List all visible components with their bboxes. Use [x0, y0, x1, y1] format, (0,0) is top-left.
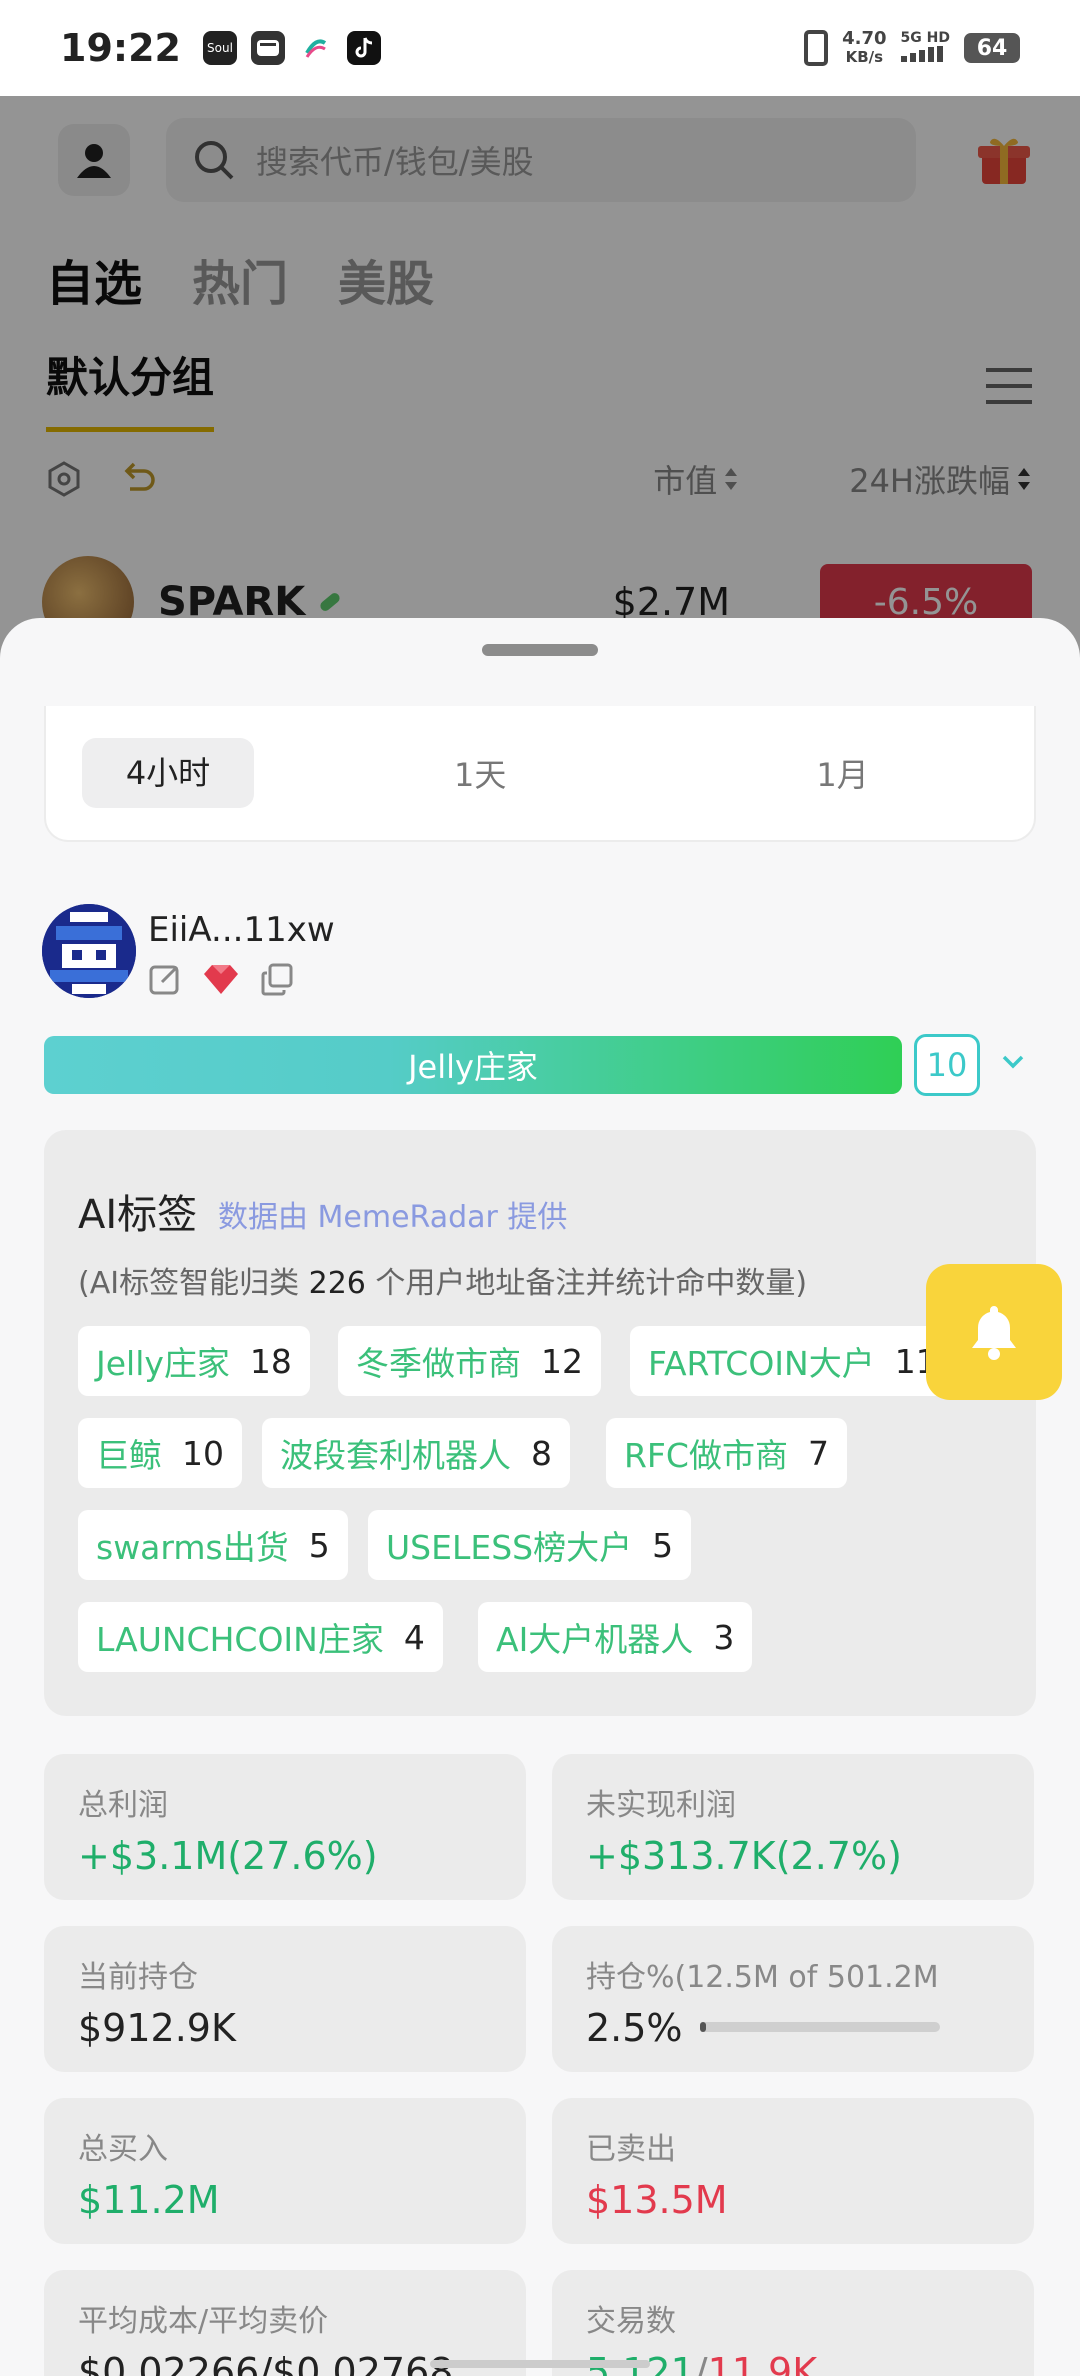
ai-tag-chip[interactable]: 冬季做市商 12: [338, 1326, 601, 1396]
stat-total-sold: 已卖出 $13.5M: [552, 2098, 1034, 2244]
copy-icon[interactable]: [260, 962, 294, 996]
wallet-actions: [148, 962, 335, 996]
stat-value: $11.2M: [78, 2178, 220, 2222]
edit-icon[interactable]: [148, 962, 182, 996]
tx-sell-count: 11.9K: [707, 2350, 818, 2376]
top-tag-bar: Jelly庄家: [44, 1036, 902, 1094]
ai-tag-chip[interactable]: swarms出货 5: [78, 1510, 348, 1580]
status-time: 19:22: [60, 26, 181, 70]
ai-tag-chip[interactable]: AI大户机器人 3: [478, 1602, 753, 1672]
sheet-drag-handle[interactable]: [482, 644, 598, 656]
stat-value: $912.9K: [78, 2006, 236, 2050]
ai-tag-chip[interactable]: FARTCOIN大户 11: [630, 1326, 955, 1396]
wallet-detail-sheet: 4小时 1天 1月 EiiA...11xw Jelly庄家 10 AI标签 数据…: [0, 618, 1080, 2376]
period-1d[interactable]: 1天: [454, 750, 506, 796]
stat-holding-percent: 持仓%(12.5M of 501.2M 2.5%: [552, 1926, 1034, 2072]
network-speed: 4.70 KB/s: [842, 28, 887, 67]
klook-icon: [298, 31, 333, 65]
ai-tag-chip[interactable]: 波段套利机器人 8: [262, 1418, 570, 1488]
home-indicator[interactable]: [430, 2360, 650, 2368]
wallet-avatar: [42, 904, 136, 998]
stat-label: 平均成本/平均卖价: [78, 2304, 329, 2339]
stat-label: 当前持仓: [78, 1960, 198, 1995]
ai-tag-chip[interactable]: LAUNCHCOIN庄家 4: [78, 1602, 443, 1672]
period-1m[interactable]: 1月: [816, 750, 868, 796]
stat-label: 总利润: [78, 1788, 168, 1823]
bell-icon: [972, 1306, 1016, 1360]
alert-button[interactable]: [926, 1264, 1062, 1400]
stat-unrealized-profit: 未实现利润 +$313.7K(2.7%): [552, 1754, 1034, 1900]
message-icon: [250, 31, 285, 65]
wallet-user-row: EiiA...11xw: [42, 904, 335, 998]
stat-label: 未实现利润: [586, 1788, 736, 1823]
period-4h[interactable]: 4小时: [82, 738, 254, 808]
stat-value: +$3.1M(27.6%): [78, 1834, 378, 1878]
period-selector: 4小时 1天 1月: [44, 706, 1036, 842]
stat-total-profit: 总利润 +$3.1M(27.6%): [44, 1754, 526, 1900]
ai-tag-chip[interactable]: Jelly庄家 18: [78, 1326, 310, 1396]
soul-icon: Soul: [202, 31, 237, 65]
wallet-info: EiiA...11xw: [148, 904, 335, 996]
ai-tag-chip[interactable]: USELESS榜大户 5: [368, 1510, 692, 1580]
chevron-down-icon[interactable]: [1000, 1048, 1026, 1074]
holding-progress-fill: [700, 2022, 706, 2032]
ai-tags-card: AI标签 数据由 MemeRadar 提供 (AI标签智能归类 226 个用户地…: [44, 1130, 1036, 1716]
stat-label: 持仓%(12.5M of 501.2M: [586, 1960, 939, 1995]
status-bar: 19:22 Soul 4.70 KB/s 5G HD 64: [0, 0, 1080, 96]
ai-tag-chip[interactable]: RFC做市商 7: [606, 1418, 847, 1488]
vibrate-icon: [804, 30, 829, 66]
signal-icon: 5G HD: [900, 30, 950, 66]
top-tag-count: 10: [914, 1034, 980, 1096]
ai-tags-source-link[interactable]: 数据由 MemeRadar 提供: [218, 1192, 567, 1236]
stat-value: $13.5M: [586, 2178, 728, 2222]
ai-tags-description: (AI标签智能归类 226 个用户地址备注并统计命中数量): [78, 1266, 808, 1301]
stat-value: +$313.7K(2.7%): [586, 1834, 902, 1878]
stat-total-bought: 总买入 $11.2M: [44, 2098, 526, 2244]
ai-tag-chip[interactable]: 巨鲸 10: [78, 1418, 242, 1488]
tiktok-icon: [346, 31, 381, 65]
stat-label: 交易数: [586, 2304, 676, 2339]
ai-tags-title: AI标签: [78, 1192, 198, 1238]
stat-current-holding: 当前持仓 $912.9K: [44, 1926, 526, 2072]
battery-icon: 64: [964, 33, 1020, 63]
wallet-address: EiiA...11xw: [148, 910, 335, 950]
stat-label: 已卖出: [586, 2132, 676, 2167]
diamond-icon[interactable]: [202, 962, 240, 996]
holding-progress-bar: [700, 2022, 940, 2032]
stat-label: 总买入: [78, 2132, 168, 2167]
